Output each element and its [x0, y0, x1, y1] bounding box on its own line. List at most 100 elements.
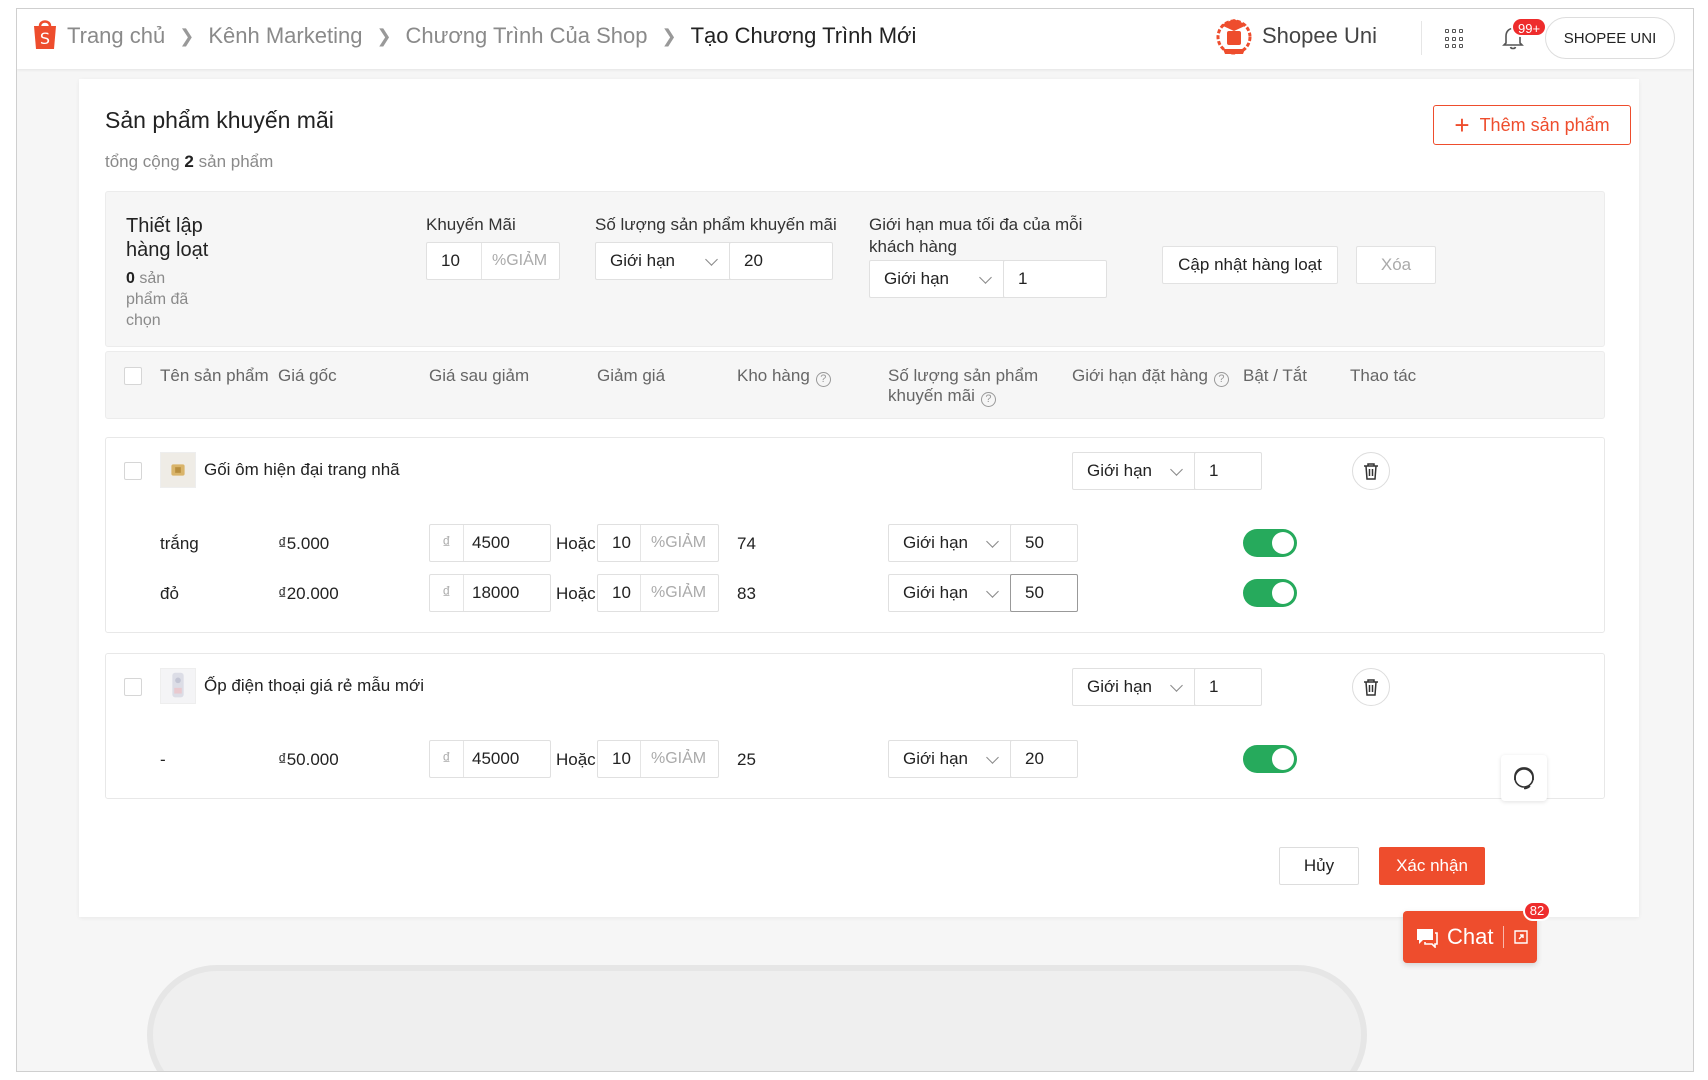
bulk-limit-select-value: Giới hạn	[884, 269, 950, 288]
bulk-discount-value: 10	[441, 251, 460, 270]
currency-prefix: ₫	[430, 525, 464, 561]
sale-price-input[interactable]: ₫ 18000	[429, 574, 551, 612]
product-total: tổng cộng 2 sản phẩm	[105, 152, 273, 172]
order-limit-input[interactable]: 1	[1194, 452, 1262, 490]
shopee-logo-icon[interactable]: S	[31, 17, 59, 51]
promo-qty-value: 50	[1025, 583, 1044, 602]
or-label: Hoặc	[556, 584, 596, 603]
product-checkbox[interactable]	[124, 678, 142, 696]
variant-toggle[interactable]	[1243, 529, 1297, 557]
add-product-label: Thêm sản phẩm	[1479, 114, 1610, 135]
chevron-down-icon	[986, 751, 999, 764]
promo-qty-select-value: Giới hạn	[903, 749, 969, 768]
discount-value: 10	[612, 583, 631, 602]
product-name: Gối ôm hiện đại trang nhã	[204, 460, 400, 479]
col-sale-price: Giá sau giảm	[429, 366, 530, 385]
promo-qty-select[interactable]: Giới hạn	[888, 574, 1012, 612]
bulk-delete-button[interactable]: Xóa	[1356, 246, 1436, 284]
promo-qty-select[interactable]: Giới hạn	[888, 524, 1012, 562]
confirm-button[interactable]: Xác nhận	[1379, 847, 1485, 885]
headset-icon	[1514, 767, 1534, 790]
order-limit-value: 1	[1209, 677, 1219, 696]
chevron-down-icon	[986, 535, 999, 548]
cancel-button[interactable]: Hủy	[1279, 847, 1359, 885]
svg-text:S: S	[40, 29, 50, 48]
col-product-name: Tên sản phẩm	[160, 366, 269, 385]
percent-off-suffix: %GIẢM	[481, 243, 561, 279]
promo-qty-input[interactable]: 50	[1010, 574, 1078, 612]
customer-support-button[interactable]	[1501, 755, 1547, 801]
help-icon[interactable]: ?	[1213, 372, 1229, 387]
bulk-update-button[interactable]: Cập nhật hàng loạt	[1162, 246, 1338, 284]
variant-name: đỏ	[160, 584, 179, 603]
section-title: Sản phẩm khuyến mãi	[105, 107, 334, 133]
bulk-settings-panel: Thiết lập hàng loạt 0 sản phẩm đã chọn K…	[105, 191, 1605, 347]
selected-text: sản phẩm đã chọn	[126, 270, 189, 329]
user-account-button[interactable]: SHOPEE UNI	[1545, 17, 1675, 59]
order-limit-select[interactable]: Giới hạn	[1072, 668, 1196, 706]
variant-toggle[interactable]	[1243, 745, 1297, 773]
variant-original-price: ₫50.000	[278, 750, 339, 769]
variant-stock: 74	[737, 534, 756, 553]
promo-qty-select-value: Giới hạn	[903, 533, 969, 552]
bulk-qty-label: Số lượng sản phẩm khuyến mãi	[595, 215, 837, 234]
breadcrumb-home[interactable]: Trang chủ	[67, 23, 165, 49]
chevron-right-icon: ❯	[179, 25, 195, 46]
order-limit-select-value: Giới hạn	[1087, 677, 1153, 696]
discount-value: 10	[612, 533, 631, 552]
select-all-checkbox[interactable]	[124, 367, 142, 385]
variant-original-price: ₫5.000	[278, 534, 330, 553]
bulk-limit-input[interactable]: 1	[1003, 260, 1107, 298]
shopee-uni-logo-icon[interactable]	[1213, 15, 1255, 57]
top-bar: S Trang chủ ❯ Kênh Marketing ❯ Chương Tr…	[17, 9, 1693, 69]
variant-toggle[interactable]	[1243, 579, 1297, 607]
breadcrumb-shop-programs[interactable]: Chương Trình Của Shop	[406, 23, 648, 49]
bulk-qty-value: 20	[744, 251, 763, 270]
promo-qty-input[interactable]: 50	[1010, 524, 1078, 562]
order-limit-input[interactable]: 1	[1194, 668, 1262, 706]
notification-badge: 99+	[1511, 17, 1548, 37]
col-order-limit: Giới hạn đặt hàng?	[1072, 366, 1229, 387]
discount-value: 10	[612, 749, 631, 768]
delete-product-button[interactable]	[1352, 452, 1390, 490]
order-limit-select-value: Giới hạn	[1087, 461, 1153, 480]
bulk-qty-select[interactable]: Giới hạn	[595, 242, 731, 280]
app-window: S Trang chủ ❯ Kênh Marketing ❯ Chương Tr…	[16, 8, 1694, 1072]
product-checkbox[interactable]	[124, 462, 142, 480]
apps-grid-icon[interactable]	[1445, 29, 1465, 49]
currency-prefix: ₫	[430, 575, 464, 611]
chevron-down-icon	[986, 585, 999, 598]
bulk-title: Thiết lập hàng loạt	[126, 215, 209, 261]
bulk-discount-label: Khuyến Mãi	[426, 215, 516, 234]
shopee-uni-label[interactable]: Shopee Uni	[1262, 23, 1377, 49]
add-product-button[interactable]: + Thêm sản phẩm	[1433, 105, 1631, 145]
variant-stock: 25	[737, 750, 756, 769]
or-label: Hoặc	[556, 750, 596, 769]
sale-price-input[interactable]: ₫ 45000	[429, 740, 551, 778]
help-icon[interactable]: ?	[815, 372, 831, 387]
breadcrumb-marketing[interactable]: Kênh Marketing	[208, 23, 362, 49]
promo-qty-select[interactable]: Giới hạn	[888, 740, 1012, 778]
delete-product-button[interactable]	[1352, 668, 1390, 706]
total-prefix: tổng cộng	[105, 152, 180, 171]
discount-input[interactable]: 10 %GIẢM	[597, 524, 719, 562]
selected-count: 0	[126, 270, 135, 287]
bulk-qty-input[interactable]: 20	[729, 242, 833, 280]
bulk-limit-select[interactable]: Giới hạn	[869, 260, 1005, 298]
expand-window-icon[interactable]	[1514, 930, 1529, 944]
sale-price-input[interactable]: ₫ 4500	[429, 524, 551, 562]
col-promo-qty: Số lượng sản phẩm khuyến mãi?	[888, 366, 1058, 407]
help-icon[interactable]: ?	[980, 392, 996, 407]
discount-input[interactable]: 10 %GIẢM	[597, 574, 719, 612]
bulk-limit-value: 1	[1018, 269, 1028, 288]
chat-button[interactable]: Chat	[1403, 911, 1537, 963]
variant-stock: 83	[737, 584, 756, 603]
discount-input[interactable]: 10 %GIẢM	[597, 740, 719, 778]
bulk-discount-input[interactable]: 10 %GIẢM	[426, 242, 560, 280]
variant-name: -	[160, 750, 166, 769]
trash-icon	[1364, 679, 1378, 696]
order-limit-select[interactable]: Giới hạn	[1072, 452, 1196, 490]
promotion-products-card: Sản phẩm khuyến mãi tổng cộng 2 sản phẩm…	[79, 79, 1639, 917]
percent-off-suffix: %GIẢM	[640, 575, 720, 611]
promo-qty-input[interactable]: 20	[1010, 740, 1078, 778]
